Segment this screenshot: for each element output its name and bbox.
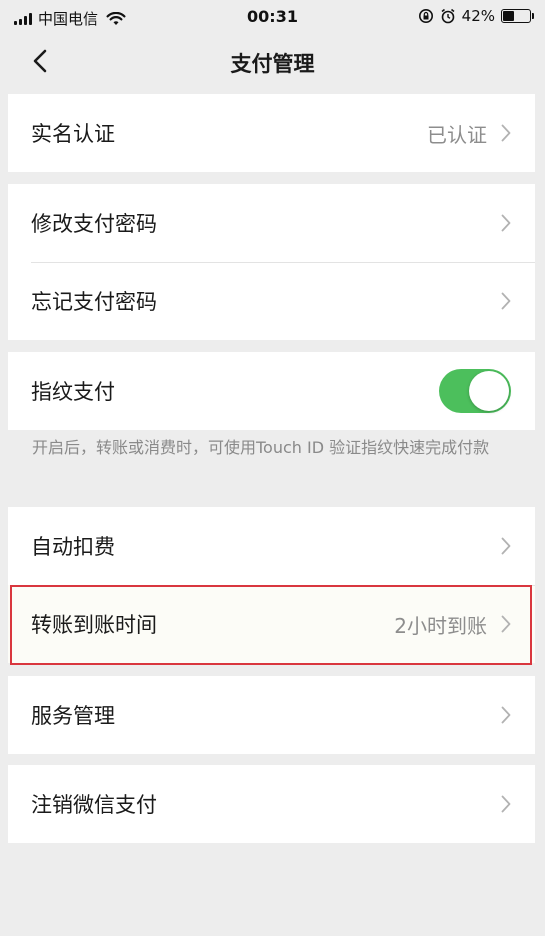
group-identity: 实名认证 已认证 — [8, 94, 535, 172]
transfer-time-value: 2小时到账 — [394, 613, 487, 638]
cell-label: 注销微信支付 — [31, 793, 157, 817]
battery-icon — [501, 9, 534, 23]
group-payment-options: 自动扣费 转账到账时间 2小时到账 — [8, 507, 535, 663]
page-title: 支付管理 — [230, 52, 315, 76]
alarm-icon — [441, 8, 455, 24]
group-fingerprint: 指纹支付 — [8, 352, 535, 430]
cell-label: 实名认证 — [31, 122, 115, 146]
toggle-knob — [469, 371, 509, 411]
nav-bar: 支付管理 — [0, 34, 545, 90]
group-service: 服务管理 — [8, 676, 535, 754]
verification-status: 已认证 — [427, 122, 487, 147]
chevron-right-icon — [501, 292, 511, 310]
status-right: 42% — [418, 7, 534, 25]
cell-label: 指纹支付 — [31, 380, 115, 404]
cell-service-management[interactable]: 服务管理 — [8, 676, 535, 754]
cell-label: 转账到账时间 — [31, 613, 157, 637]
cell-fingerprint-pay: 指纹支付 — [8, 352, 535, 430]
battery-percent: 42% — [461, 7, 495, 25]
cell-transfer-arrival-time[interactable]: 转账到账时间 2小时到账 — [8, 585, 535, 663]
battery-fill — [503, 11, 514, 21]
cell-label: 忘记支付密码 — [31, 290, 157, 314]
cell-forgot-password[interactable]: 忘记支付密码 — [8, 262, 535, 340]
cell-auto-deduct[interactable]: 自动扣费 — [8, 507, 535, 585]
chevron-right-icon — [501, 706, 511, 724]
cell-cancel-wechat-pay[interactable]: 注销微信支付 — [8, 765, 535, 843]
cell-label: 服务管理 — [31, 704, 115, 728]
group-password: 修改支付密码 忘记支付密码 — [8, 184, 535, 340]
chevron-right-icon — [501, 615, 511, 633]
group-cancel: 注销微信支付 — [8, 765, 535, 843]
chevron-right-icon — [501, 214, 511, 232]
orientation-lock-icon — [418, 9, 433, 23]
cell-label: 自动扣费 — [31, 535, 115, 559]
fingerprint-toggle[interactable] — [439, 369, 511, 413]
status-bar: 中国电信 00:31 42% — [0, 0, 545, 34]
fingerprint-hint: 开启后，转账或消费时，可使用Touch ID 验证指纹快速完成付款 — [32, 438, 490, 457]
chevron-right-icon — [501, 537, 511, 555]
chevron-right-icon — [501, 124, 511, 142]
cell-real-name-verification[interactable]: 实名认证 已认证 — [8, 94, 535, 172]
chevron-right-icon — [501, 795, 511, 813]
cell-label: 修改支付密码 — [31, 212, 157, 236]
cell-change-password[interactable]: 修改支付密码 — [8, 184, 535, 262]
